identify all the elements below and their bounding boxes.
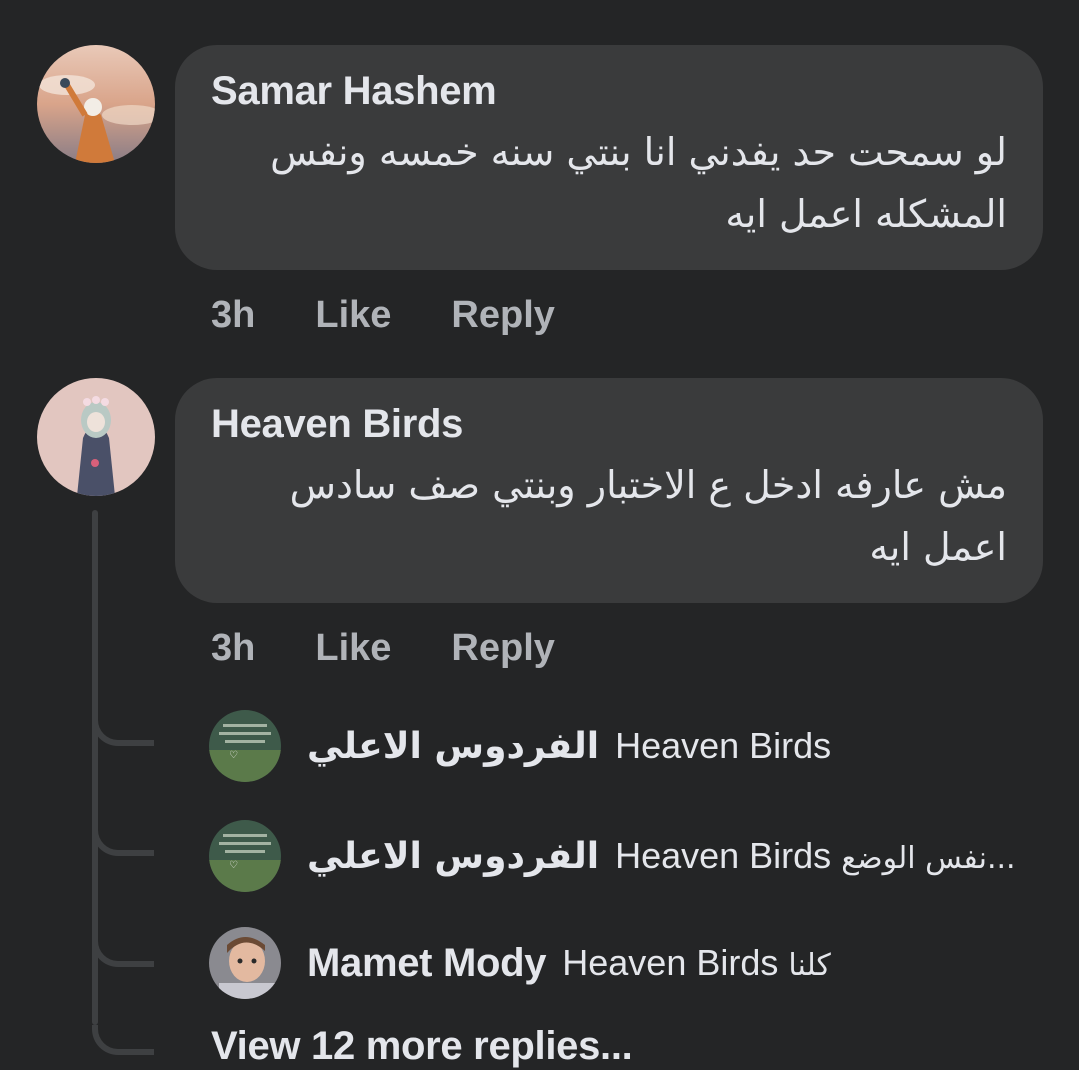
comment-text: لو سمحت حد يفدني انا بنتي سنه خمسه ونفس … bbox=[270, 130, 1007, 236]
avatar-samar-hashem[interactable] bbox=[37, 45, 155, 163]
thread-branch bbox=[92, 937, 154, 967]
profile-photo-icon bbox=[37, 45, 155, 163]
comment-author[interactable]: Heaven Birds bbox=[211, 400, 1007, 448]
profile-photo-icon bbox=[37, 378, 155, 496]
reply-author[interactable]: Mamet Mody bbox=[307, 941, 547, 986]
reply-text: Heaven Birds نفس الوضع... bbox=[615, 835, 1015, 877]
comment-actions: 3h Like Reply bbox=[211, 627, 615, 670]
thread-branch bbox=[92, 826, 154, 856]
reply-item[interactable]: Mamet Mody Heaven Birds كلنا bbox=[209, 927, 831, 999]
reply-text: Heaven Birds bbox=[615, 725, 831, 767]
reply-author[interactable]: الفردوس الاعلي bbox=[307, 836, 599, 877]
comment-bubble: Samar Hashem لو سمحت حد يفدني انا بنتي س… bbox=[175, 45, 1043, 270]
like-button[interactable]: Like bbox=[315, 627, 391, 670]
thread-branch bbox=[92, 716, 154, 746]
profile-photo-icon: ♡ bbox=[209, 710, 281, 782]
reply-text: Heaven Birds كلنا bbox=[562, 942, 831, 984]
avatar-heaven-birds[interactable] bbox=[37, 378, 155, 496]
reply-mention[interactable]: Heaven Birds bbox=[615, 835, 831, 876]
svg-text:♡: ♡ bbox=[229, 860, 238, 871]
comment-bubble: Heaven Birds مش عارفه ادخل ع الاختبار وب… bbox=[175, 378, 1043, 603]
reply-item[interactable]: ♡ الفردوس الاعلي Heaven Birds نفس الوضع.… bbox=[209, 820, 1016, 892]
comment-author[interactable]: Samar Hashem bbox=[211, 67, 1007, 115]
reply-item[interactable]: ♡ الفردوس الاعلي Heaven Birds bbox=[209, 710, 831, 782]
reply-avatar[interactable] bbox=[209, 927, 281, 999]
comment-timestamp[interactable]: 3h bbox=[211, 294, 255, 337]
reply-author[interactable]: الفردوس الاعلي bbox=[307, 726, 599, 767]
reply-mention[interactable]: Heaven Birds bbox=[615, 725, 831, 766]
comment-timestamp[interactable]: 3h bbox=[211, 627, 255, 670]
reply-button[interactable]: Reply bbox=[451, 294, 554, 337]
thread-branch bbox=[92, 1025, 154, 1055]
svg-text:♡: ♡ bbox=[229, 750, 238, 761]
reply-avatar[interactable]: ♡ bbox=[209, 710, 281, 782]
view-more-replies-link[interactable]: View 12 more replies... bbox=[211, 1024, 633, 1069]
comment-actions: 3h Like Reply bbox=[211, 294, 615, 337]
reply-avatar[interactable]: ♡ bbox=[209, 820, 281, 892]
profile-photo-icon: ♡ bbox=[209, 820, 281, 892]
like-button[interactable]: Like bbox=[315, 294, 391, 337]
profile-photo-icon bbox=[209, 927, 281, 999]
comment-text: مش عارفه ادخل ع الاختبار وبنتي صف سادس ا… bbox=[289, 463, 1007, 569]
reply-snippet: نفس الوضع... bbox=[841, 841, 1016, 876]
reply-mention[interactable]: Heaven Birds bbox=[562, 942, 778, 983]
reply-button[interactable]: Reply bbox=[451, 627, 554, 670]
reply-snippet: كلنا bbox=[788, 948, 831, 983]
